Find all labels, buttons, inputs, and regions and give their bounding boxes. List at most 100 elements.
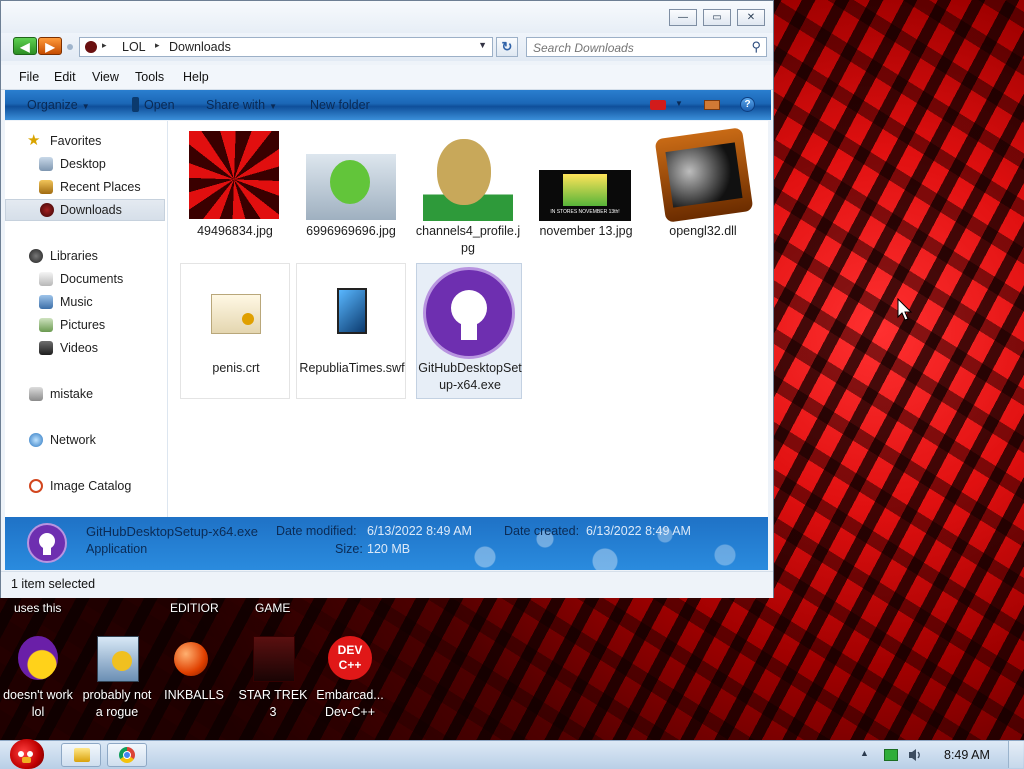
sidebar-item-music[interactable]: Music xyxy=(5,291,165,313)
network-status-icon[interactable] xyxy=(884,749,898,761)
breadcrumb-lol[interactable]: LOL xyxy=(122,40,146,54)
desktop-icon-label: STAR TREK 3 xyxy=(238,688,308,719)
file-item[interactable]: IN STORES NOVEMBER 13th! november 13.jpg xyxy=(531,127,641,263)
file-item[interactable]: GitHubDesktopSetup-x64.exe xyxy=(416,263,522,399)
show-desktop-button[interactable] xyxy=(1008,741,1023,768)
taskbar-clock[interactable]: 8:49 AM xyxy=(944,748,990,762)
open-button[interactable]: Open xyxy=(144,98,175,112)
details-created-value: 6/13/2022 8:49 AM xyxy=(586,524,691,538)
sidebar-item-label: Recent Places xyxy=(60,180,141,194)
details-modified-label: Date modified: xyxy=(276,524,357,538)
caret-down-icon: ▼ xyxy=(81,102,90,111)
desktop-icon-dev-cpp[interactable]: DEV C++ Embarcad... Dev-C++ xyxy=(312,636,388,728)
details-pane: GitHubDesktopSetup-x64.exe Application D… xyxy=(5,517,768,570)
sidebar-item-documents[interactable]: Documents xyxy=(5,268,165,290)
close-button[interactable]: ✕ xyxy=(737,9,765,26)
details-file-type: Application xyxy=(86,542,148,556)
computer-icon xyxy=(29,387,43,401)
menu-file[interactable]: File xyxy=(19,70,39,84)
sidebar-item-label: Desktop xyxy=(60,157,106,171)
search-input[interactable] xyxy=(531,39,740,57)
address-bar[interactable]: ▸ LOL ▸ Downloads ▼ xyxy=(79,37,493,57)
chrome-icon xyxy=(119,747,135,763)
back-arrow-icon: ◀ xyxy=(20,40,30,54)
address-dropdown-icon[interactable]: ▼ xyxy=(478,40,487,50)
image-thumbnail xyxy=(306,154,396,220)
search-box[interactable]: ⚲ xyxy=(526,37,767,57)
menu-help[interactable]: Help xyxy=(183,70,209,84)
maximize-button[interactable]: ▭ xyxy=(703,9,731,26)
share-with-button[interactable]: Share with ▼ xyxy=(206,98,277,112)
sidebar-item-recent-places[interactable]: Recent Places xyxy=(5,176,165,198)
breadcrumb-chevron-icon[interactable]: ▸ xyxy=(155,40,160,51)
sidebar-item-label: Libraries xyxy=(50,249,98,263)
organize-button[interactable]: Organize ▼ xyxy=(27,98,90,112)
search-icon[interactable]: ⚲ xyxy=(751,39,761,55)
command-bar: Organize ▼ Open Share with ▼ New folder ▼ … xyxy=(5,90,771,120)
octocat-body xyxy=(461,322,477,340)
organize-label: Organize xyxy=(27,98,78,112)
sidebar-item-pictures[interactable]: Pictures xyxy=(5,314,165,336)
file-name: 49496834.jpg xyxy=(197,224,273,238)
sidebar-item-label: Downloads xyxy=(60,203,122,217)
menu-edit[interactable]: Edit xyxy=(54,70,76,84)
details-size-label: Size: xyxy=(335,542,363,556)
file-item[interactable]: penis.crt xyxy=(180,263,290,399)
sidebar-item-mistake[interactable]: mistake xyxy=(5,383,165,405)
file-item[interactable]: 49496834.jpg xyxy=(180,127,290,263)
breadcrumb-downloads[interactable]: Downloads xyxy=(169,40,231,54)
file-list: 49496834.jpg 6996969696.jpg channels4_pr… xyxy=(168,121,768,517)
back-button[interactable]: ◀ xyxy=(13,37,37,55)
show-hidden-icons-icon[interactable]: ▲ xyxy=(860,748,869,758)
recent-pages-dot[interactable] xyxy=(67,44,73,50)
videos-icon xyxy=(39,341,53,355)
image-thumbnail xyxy=(423,133,513,221)
sidebar-item-image-catalog[interactable]: Image Catalog xyxy=(5,475,165,497)
green-bear-shape xyxy=(330,160,370,204)
file-item[interactable]: opengl32.dll xyxy=(648,127,758,263)
sidebar-item-label: Documents xyxy=(60,272,124,286)
minimize-button[interactable]: — xyxy=(669,9,697,26)
preview-pane-icon[interactable] xyxy=(704,100,720,110)
details-modified-value: 6/13/2022 8:49 AM xyxy=(367,524,472,538)
sidebar-item-network[interactable]: Network xyxy=(5,429,165,451)
pictures-icon xyxy=(39,318,53,332)
file-item[interactable]: RepubliaTimes.swf xyxy=(296,263,406,399)
folder-icon xyxy=(74,748,90,762)
desktop-icon-star-trek[interactable]: STAR TREK 3 xyxy=(235,636,311,728)
caret-down-icon[interactable]: ▼ xyxy=(675,99,683,108)
file-name: channels4_profile.jpg xyxy=(415,224,521,255)
start-button[interactable] xyxy=(4,735,48,769)
desktop-label-uses-this: uses this xyxy=(14,601,62,615)
file-item[interactable]: channels4_profile.jpg xyxy=(413,127,523,263)
image-catalog-icon xyxy=(29,479,43,493)
desktop-icon-inkballs[interactable]: INKBALLS xyxy=(156,636,232,728)
details-created-label: Date created: xyxy=(504,524,580,538)
file-item[interactable]: 6996969696.jpg xyxy=(296,127,406,263)
bird-beak-shape xyxy=(22,757,31,763)
image-thumbnail: IN STORES NOVEMBER 13th! xyxy=(539,170,631,221)
taskbar-explorer-button[interactable] xyxy=(61,743,101,767)
volume-icon[interactable] xyxy=(908,747,922,763)
menu-tools[interactable]: Tools xyxy=(135,70,164,84)
file-name: november 13.jpg xyxy=(539,224,633,238)
help-icon[interactable]: ? xyxy=(740,97,755,112)
star-icon: ★ xyxy=(27,132,41,149)
refresh-button[interactable]: ↻ xyxy=(496,37,518,57)
taskbar-chrome-button[interactable] xyxy=(107,743,147,767)
breadcrumb-chevron-icon[interactable]: ▸ xyxy=(102,40,107,51)
title-bar[interactable]: — ▭ ✕ xyxy=(1,1,773,33)
sidebar-item-downloads[interactable]: Downloads xyxy=(5,199,165,221)
change-view-icon[interactable] xyxy=(650,100,666,110)
desktop-icon-label: INKBALLS xyxy=(164,688,224,702)
desktop-icon-yahoo[interactable]: doesn't work lol xyxy=(0,636,76,728)
sidebar-item-libraries[interactable]: Libraries xyxy=(5,245,165,267)
menu-view[interactable]: View xyxy=(92,70,119,84)
new-folder-button[interactable]: New folder xyxy=(310,98,370,112)
desktop-icon-rogue[interactable]: probably not a rogue xyxy=(79,636,155,728)
forward-button[interactable]: ▶ xyxy=(38,37,62,55)
sidebar-item-videos[interactable]: Videos xyxy=(5,337,165,359)
github-icon xyxy=(27,523,67,563)
sidebar-item-desktop[interactable]: Desktop xyxy=(5,153,165,175)
sidebar-item-favorites[interactable]: ★ Favorites xyxy=(5,130,165,152)
